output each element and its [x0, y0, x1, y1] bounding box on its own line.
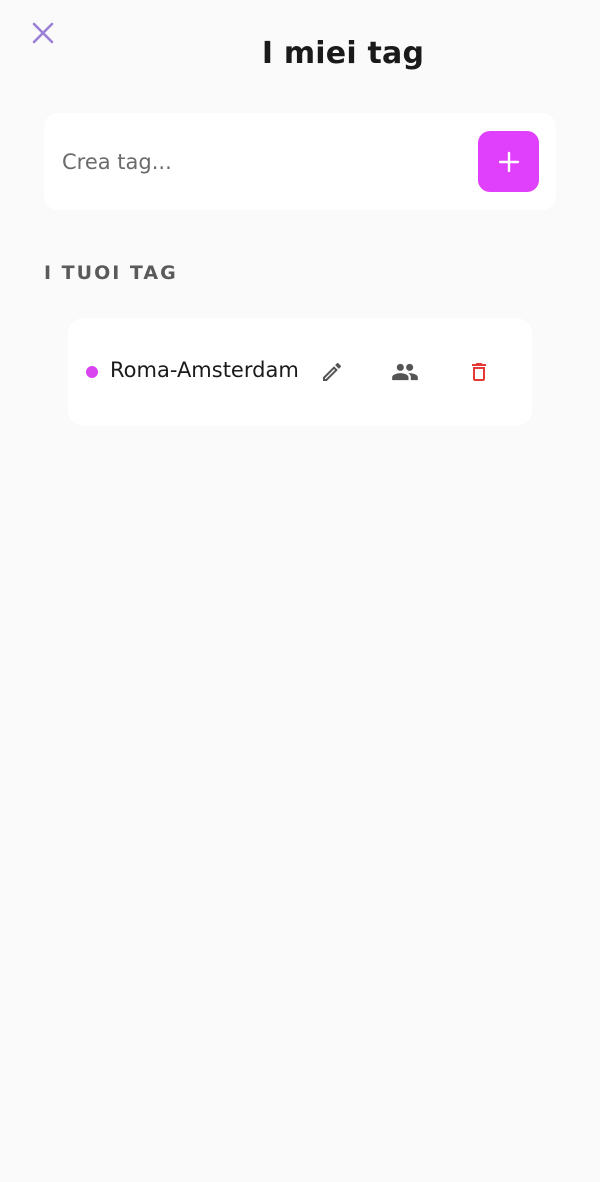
share-tag-button[interactable] — [389, 356, 421, 388]
create-tag-card — [44, 113, 556, 210]
plus-icon — [498, 151, 520, 173]
edit-tag-button[interactable] — [316, 356, 348, 388]
add-tag-button[interactable] — [478, 131, 539, 192]
tags-page: I miei tag I TUOI TAG Roma-Amsterdam — [0, 0, 600, 1182]
page-title: I miei tag — [261, 36, 425, 71]
trash-icon — [467, 360, 491, 384]
delete-tag-button[interactable] — [463, 356, 495, 388]
create-tag-input[interactable] — [62, 141, 478, 182]
people-icon — [391, 358, 419, 386]
tag-name: Roma-Amsterdam — [110, 358, 299, 382]
tag-list-item: Roma-Amsterdam — [68, 318, 532, 426]
section-label: I TUOI TAG — [44, 262, 178, 284]
tag-color-dot — [86, 366, 98, 378]
pencil-icon — [320, 360, 344, 384]
